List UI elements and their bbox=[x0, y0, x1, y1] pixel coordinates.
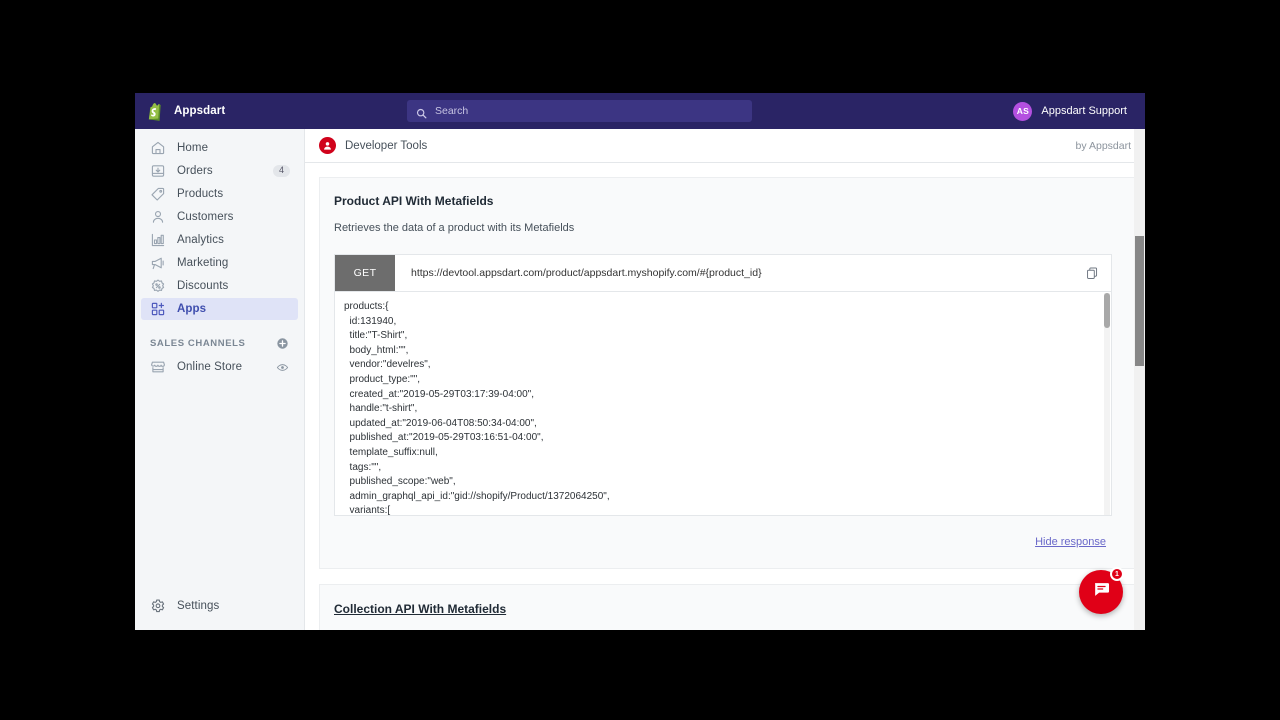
sidebar-item-label: Apps bbox=[177, 303, 207, 315]
apps-grid-plus-icon bbox=[150, 301, 166, 317]
sidebar-item-apps[interactable]: Apps bbox=[141, 298, 298, 320]
settings-label: Settings bbox=[177, 600, 220, 612]
user-menu[interactable]: AS Appsdart Support bbox=[1013, 93, 1127, 129]
sidebar-item-settings[interactable]: Settings bbox=[135, 595, 304, 617]
person-icon bbox=[150, 209, 166, 225]
response-json: products:{ id:131940, title:"T-Shirt", b… bbox=[344, 301, 610, 516]
brand-name: Appsdart bbox=[174, 105, 226, 117]
search-placeholder: Search bbox=[435, 105, 469, 117]
sidebar-item-marketing[interactable]: Marketing bbox=[141, 252, 298, 274]
bar-chart-icon bbox=[150, 232, 166, 248]
developer-tools-app-icon bbox=[319, 137, 336, 154]
endpoint-url[interactable]: https://devtool.appsdart.com/product/app… bbox=[395, 255, 1073, 291]
eye-icon[interactable] bbox=[276, 361, 289, 374]
chat-unread-badge: 1 bbox=[1110, 567, 1124, 581]
card-subtitle: Retrieves the data of a product with its… bbox=[334, 222, 575, 234]
orders-badge: 4 bbox=[272, 165, 290, 177]
product-api-card: Product API With Metafields Retrieves th… bbox=[319, 177, 1135, 569]
sidebar-item-products[interactable]: Products bbox=[141, 183, 298, 205]
sidebar-item-customers[interactable]: Customers bbox=[141, 206, 298, 228]
page-scrollbar-track[interactable] bbox=[1134, 129, 1145, 630]
page-scrollbar-thumb[interactable] bbox=[1135, 236, 1144, 366]
gear-icon bbox=[150, 598, 166, 614]
tag-icon bbox=[150, 186, 166, 202]
sidebar-item-analytics[interactable]: Analytics bbox=[141, 229, 298, 251]
storefront-icon bbox=[150, 359, 166, 375]
sidebar-item-discounts[interactable]: Discounts bbox=[141, 275, 298, 297]
hide-response-link[interactable]: Hide response bbox=[1035, 536, 1106, 548]
app-title: Developer Tools bbox=[345, 139, 428, 152]
plus-circle-icon[interactable] bbox=[276, 337, 289, 350]
search-icon bbox=[416, 106, 427, 118]
sidebar-item-label: Customers bbox=[177, 211, 234, 223]
sales-channels-header: SALES CHANNELS bbox=[141, 332, 298, 354]
sidebar-item-label: Home bbox=[177, 142, 209, 154]
brand-logo-area[interactable]: Appsdart bbox=[135, 102, 285, 121]
sidebar-nav: Home Orders 4 Products Customers Analyti… bbox=[135, 129, 304, 378]
shopify-bag-icon bbox=[148, 102, 165, 121]
home-icon bbox=[150, 140, 166, 156]
sidebar-item-orders[interactable]: Orders 4 bbox=[141, 160, 298, 182]
sidebar-item-label: Online Store bbox=[177, 361, 243, 373]
search-input[interactable]: Search bbox=[407, 100, 752, 122]
response-scrollbar-thumb[interactable] bbox=[1104, 293, 1110, 328]
sidebar-item-label: Orders bbox=[177, 165, 213, 177]
sidebar-item-label: Products bbox=[177, 188, 224, 200]
sales-channels-title: SALES CHANNELS bbox=[150, 337, 246, 349]
chat-message-icon bbox=[1092, 580, 1111, 604]
orders-inbox-icon bbox=[150, 163, 166, 179]
response-body[interactable]: products:{ id:131940, title:"T-Shirt", b… bbox=[334, 292, 1112, 516]
collection-api-card: Collection API With Metafields bbox=[319, 584, 1135, 630]
megaphone-icon bbox=[150, 255, 166, 271]
sidebar-item-home[interactable]: Home bbox=[141, 137, 298, 159]
avatar: AS bbox=[1013, 101, 1033, 121]
top-bar: Appsdart Search AS Appsdart Support bbox=[135, 93, 1145, 129]
app-publisher: by Appsdart bbox=[1075, 139, 1131, 152]
collection-api-title: Collection API With Metafields bbox=[334, 602, 507, 616]
sidebar: Home Orders 4 Products Customers Analyti… bbox=[135, 129, 305, 630]
sidebar-item-label: Discounts bbox=[177, 280, 229, 292]
main-content: Developer Tools by Appsdart Product API … bbox=[305, 129, 1145, 630]
shopify-admin-app: Appsdart Search AS Appsdart Support Home… bbox=[135, 93, 1145, 630]
copy-icon[interactable] bbox=[1073, 255, 1111, 291]
sidebar-item-online-store[interactable]: Online Store bbox=[141, 356, 298, 378]
app-header: Developer Tools by Appsdart bbox=[305, 129, 1145, 163]
http-method-badge: GET bbox=[335, 255, 395, 291]
request-row: GET https://devtool.appsdart.com/product… bbox=[334, 254, 1112, 292]
sidebar-item-label: Analytics bbox=[177, 234, 224, 246]
user-name: Appsdart Support bbox=[1041, 105, 1127, 117]
page-title: Product API With Metafields bbox=[334, 194, 494, 208]
discount-percent-icon bbox=[150, 278, 166, 294]
hide-response-row: Hide response bbox=[334, 516, 1112, 550]
sidebar-item-label: Marketing bbox=[177, 257, 229, 269]
